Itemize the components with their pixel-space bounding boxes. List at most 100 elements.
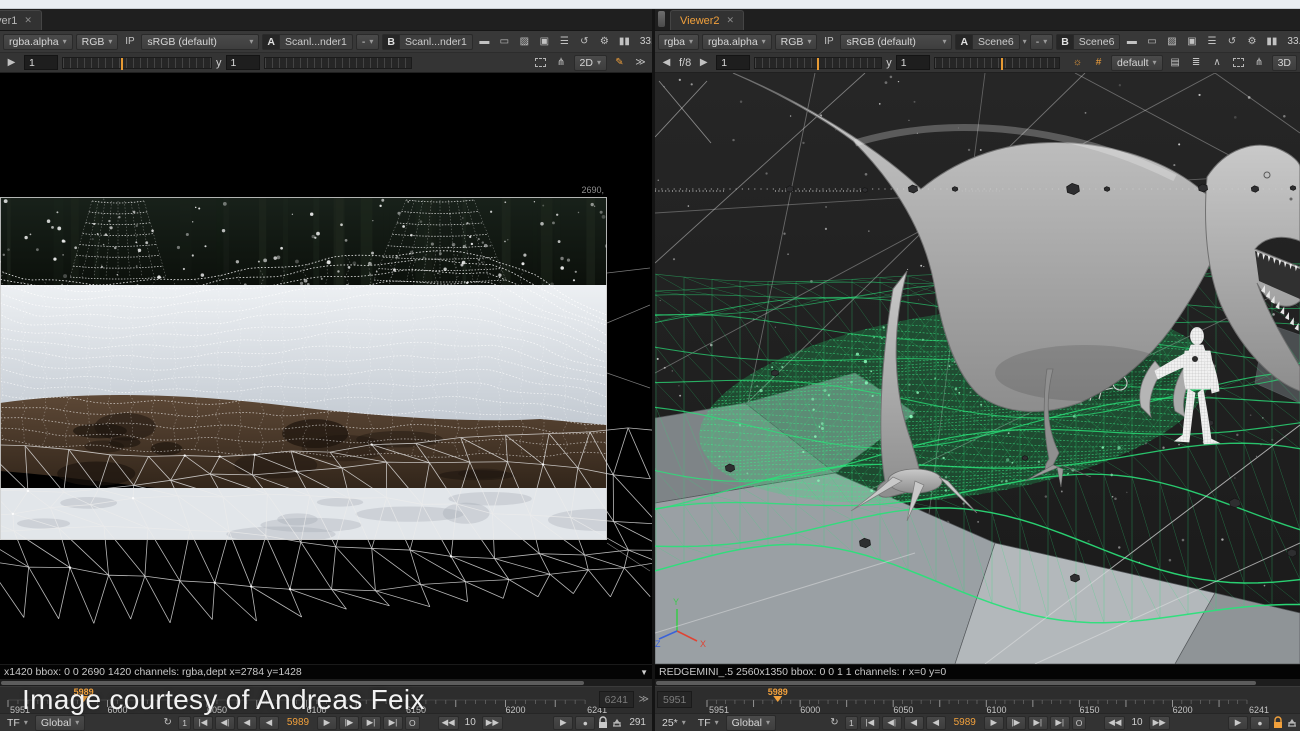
collapse-chevrons-icon[interactable]: ≫ (632, 55, 649, 71)
lock-range-icon[interactable] (1272, 716, 1284, 729)
stack-icon[interactable]: ☰ (556, 34, 573, 50)
play-backward-button[interactable]: ◀ (259, 716, 279, 730)
ab-blend-dropdown[interactable]: -▾ (356, 34, 380, 50)
a-input-selector[interactable]: AScene6 (955, 34, 1019, 50)
a-input-selector[interactable]: AScanl...nder1 (262, 34, 352, 50)
play-forward-button[interactable]: ▶ (317, 716, 337, 730)
step-forward-button[interactable]: |▶ (339, 716, 359, 730)
downrez-icon[interactable]: ▨ (1163, 34, 1180, 50)
stack-icon[interactable]: ☰ (1203, 34, 1220, 50)
gain-slider[interactable] (754, 57, 882, 69)
update-icon[interactable]: ↺ (576, 34, 593, 50)
settings-gear-icon[interactable]: ⚙ (596, 34, 613, 50)
downrez-icon[interactable]: ▨ (516, 34, 533, 50)
proxy-mode-icon[interactable]: ▬ (1123, 34, 1140, 50)
gamma-input[interactable]: 1 (896, 55, 930, 70)
wipe-icon[interactable]: ▣ (536, 34, 553, 50)
prev-keyframe-button[interactable]: ◀| (882, 716, 902, 730)
channel-sliders-icon[interactable]: ≣ (1188, 55, 1205, 71)
marquee-icon[interactable] (532, 55, 549, 71)
scene-light-icon[interactable]: ☼ (1069, 55, 1086, 71)
annotate-pencil-icon[interactable]: ✎ (611, 55, 628, 71)
timeline-mode-dropdown[interactable]: TF▾ (693, 715, 724, 731)
roi-node-icon[interactable]: ⋔ (1251, 55, 1268, 71)
ab-blend-dropdown[interactable]: -▾ (1030, 34, 1054, 50)
channels-dropdown[interactable]: rgba.alpha▾ (702, 34, 772, 50)
view-mode-dropdown[interactable]: 2D▾ (574, 55, 607, 71)
jump-size-field[interactable]: 10 (1127, 716, 1146, 730)
fstop-down-icon[interactable]: ◀ (658, 55, 675, 71)
timeline-end-frame-field[interactable]: 6241 (599, 691, 634, 708)
playback-rate-field[interactable]: 291 (625, 716, 650, 730)
record-button[interactable]: ● (1250, 716, 1270, 730)
flipbook-play-button[interactable]: ▶ (553, 716, 573, 730)
gain-input[interactable]: 1 (716, 55, 750, 70)
frame-stamp-icon[interactable] (611, 717, 623, 729)
proxy-mode-icon[interactable]: ▬ (476, 34, 493, 50)
go-to-start-button[interactable]: |◀ (193, 716, 213, 730)
frame-increment-field[interactable]: 1 (178, 716, 191, 730)
jump-forward-button[interactable]: ▶▶ (1149, 716, 1170, 730)
jump-back-button[interactable]: ◀◀ (438, 716, 459, 730)
fstop-step-icon[interactable]: ▶ (3, 55, 20, 71)
prev-keyframe-button[interactable]: ◀| (215, 716, 235, 730)
go-to-end-button[interactable]: ▶| (383, 716, 403, 730)
b-input-selector[interactable]: BScene6 (1056, 34, 1120, 50)
viewer2-timeline[interactable]: 5951 59516000605061006150620062415989 (655, 686, 1300, 713)
marquee-icon[interactable] (1230, 55, 1247, 71)
curve-icon[interactable]: ∧ (1209, 55, 1226, 71)
playback-loop-icon[interactable]: ↻ (826, 715, 843, 731)
view-mode-dropdown[interactable]: 3D (1272, 55, 1297, 71)
next-keyframe-button[interactable]: ▶| (1028, 716, 1048, 730)
viewer1-timeline[interactable]: 59516000605061006150620062415989 6241 ≫ … (0, 686, 652, 713)
settings-gear-icon[interactable]: ⚙ (1243, 34, 1260, 50)
step-back-button[interactable]: ◀ (237, 716, 257, 730)
jump-back-button[interactable]: ◀◀ (1104, 716, 1125, 730)
flipbook-play-button[interactable]: ▶ (1228, 716, 1248, 730)
channels-dropdown[interactable]: rgba.alpha▾ (3, 34, 73, 50)
loop-mode-button[interactable]: O (1072, 716, 1087, 730)
layer-dropdown[interactable]: rgba▾ (658, 34, 699, 50)
gamma-slider[interactable] (264, 57, 412, 69)
zoom-level[interactable]: 33.3% (1283, 35, 1300, 49)
viewer2-hscrollbar[interactable] (655, 679, 1300, 686)
gamma-slider[interactable] (934, 57, 1060, 69)
grid-hash-icon[interactable]: # (1090, 55, 1107, 71)
go-to-end-button[interactable]: ▶| (1050, 716, 1070, 730)
tab-viewer2[interactable]: Viewer2 ✕ (670, 10, 744, 30)
play-backward-button[interactable]: ◀ (926, 716, 946, 730)
wipe-icon[interactable]: ▣ (1183, 34, 1200, 50)
current-frame-field[interactable]: 5989 (948, 716, 982, 730)
b-input-selector[interactable]: BScanl...nder1 (382, 34, 472, 50)
pause-icon[interactable]: ▮▮ (1263, 34, 1280, 50)
loop-mode-button[interactable]: O (405, 716, 420, 730)
ocio-display-dropdown[interactable]: default▾ (1111, 55, 1163, 71)
gain-slider[interactable] (62, 57, 212, 69)
close-icon[interactable]: ✕ (24, 15, 32, 26)
lookup-book-icon[interactable]: ▤ (1167, 55, 1184, 71)
close-icon[interactable]: ✕ (727, 15, 735, 26)
fstop-up-icon[interactable]: ▶ (695, 55, 712, 71)
playback-loop-icon[interactable]: ↻ (159, 715, 176, 731)
gamma-input[interactable]: 1 (226, 55, 260, 70)
jump-size-field[interactable]: 10 (461, 716, 480, 730)
gain-input[interactable]: 1 (24, 55, 58, 70)
step-back-button[interactable]: ◀ (904, 716, 924, 730)
tab-viewer1[interactable]: ver1 ✕ (0, 10, 42, 30)
display-channel-dropdown[interactable]: RGB▾ (775, 34, 818, 50)
next-keyframe-button[interactable]: ▶| (361, 716, 381, 730)
frame-stamp-icon[interactable] (1286, 717, 1298, 729)
colorspace-dropdown[interactable]: sRGB (default)▾ (840, 34, 952, 50)
input-process-button[interactable]: IP (820, 34, 837, 50)
status-dropdown-icon[interactable]: ▼ (640, 668, 648, 677)
record-button[interactable]: ● (575, 716, 595, 730)
frame-range-dropdown[interactable]: Global▾ (35, 715, 85, 731)
collapse-chevrons-icon[interactable]: ≫ (639, 694, 649, 705)
update-icon[interactable]: ↺ (1223, 34, 1240, 50)
format-icon[interactable]: ▭ (496, 34, 513, 50)
play-forward-button[interactable]: ▶ (984, 716, 1004, 730)
format-icon[interactable]: ▭ (1143, 34, 1160, 50)
zoom-level[interactable]: 33.3% (636, 35, 652, 49)
frame-increment-field[interactable]: 1 (845, 716, 858, 730)
pause-icon[interactable]: ▮▮ (616, 34, 633, 50)
